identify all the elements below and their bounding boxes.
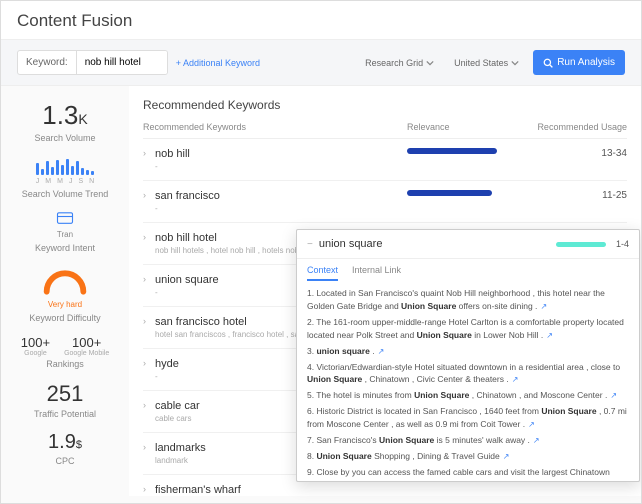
- keyword-usage: 11-25: [517, 190, 627, 201]
- spark-bar: [71, 166, 74, 175]
- keyword-input[interactable]: [77, 51, 167, 74]
- context-item: 6. Historic District is located in San F…: [307, 405, 629, 431]
- spark-bar: [51, 167, 54, 175]
- rankings-label: Rankings: [9, 359, 121, 369]
- chevron-right-icon: ›: [143, 400, 155, 410]
- difficulty-value: Very hard: [9, 300, 121, 309]
- external-link-icon[interactable]: ↗: [610, 391, 617, 400]
- rank-google-value: 100+: [21, 335, 50, 350]
- search-volume-value: 1.3K: [9, 100, 121, 131]
- external-link-icon[interactable]: ↗: [533, 436, 540, 445]
- trend-label: Search Volume Trend: [9, 189, 121, 199]
- trend-months: JMMJSN: [9, 178, 121, 185]
- country-dropdown[interactable]: United States: [448, 54, 525, 72]
- trend-sparkline: [9, 155, 121, 175]
- col-keywords: Recommended Keywords: [143, 122, 407, 132]
- relevance-bar: [407, 148, 497, 154]
- keyword-usage: 13-34: [517, 148, 627, 159]
- context-item: 3. union square .↗: [307, 345, 629, 358]
- keyword-row[interactable]: ›nob hill - 13-34: [143, 139, 627, 181]
- keyword-name: nob hill: [155, 148, 407, 160]
- difficulty-label: Keyword Difficulty: [9, 313, 121, 323]
- popup-usage: 1-4: [616, 239, 629, 249]
- intent-label: Keyword Intent: [9, 243, 121, 253]
- popup-relevance-bar: [556, 242, 606, 247]
- research-grid-label: Research Grid: [365, 58, 423, 68]
- add-keyword-link[interactable]: + Additional Keyword: [176, 58, 260, 68]
- popup-title: union square: [319, 238, 556, 250]
- spark-bar: [81, 168, 84, 175]
- traffic-label: Traffic Potential: [9, 409, 121, 419]
- section-title: Recommended Keywords: [143, 98, 627, 112]
- cpc-value: 1.9$: [9, 431, 121, 454]
- rank-mobile-label: Google Mobile: [64, 350, 109, 357]
- page-title: Content Fusion: [17, 11, 625, 31]
- popup-body: 1. Located in San Francisco's quaint Nob…: [297, 281, 639, 481]
- tab-internal-link[interactable]: Internal Link: [352, 265, 401, 281]
- spark-bar: [86, 170, 89, 175]
- rank-google-label: Google: [21, 350, 50, 357]
- chevron-right-icon: ›: [143, 484, 155, 494]
- context-item: 7. San Francisco's Union Square is 5 min…: [307, 434, 629, 447]
- context-item: 2. The 161-room upper-middle-range Hotel…: [307, 316, 629, 342]
- traffic-value: 251: [9, 381, 121, 407]
- chevron-right-icon: ›: [143, 274, 155, 284]
- run-analysis-button[interactable]: Run Analysis: [533, 50, 625, 75]
- research-grid-dropdown[interactable]: Research Grid: [359, 54, 440, 72]
- keyword-row[interactable]: ›san francisco - 11-25: [143, 181, 627, 223]
- relevance-bar: [407, 190, 492, 196]
- table-header: Recommended Keywords Relevance Recommend…: [143, 122, 627, 139]
- spark-bar: [76, 161, 79, 175]
- rankings: 100+ Google 100+ Google Mobile: [9, 335, 121, 357]
- search-volume-label: Search Volume: [9, 133, 121, 143]
- keyword-variants: -: [155, 162, 407, 171]
- col-usage: Recommended Usage: [517, 122, 627, 132]
- chevron-right-icon: ›: [143, 148, 155, 158]
- context-item: 4. Victorian/Edwardian-style Hotel situa…: [307, 361, 629, 387]
- rank-mobile-value: 100+: [64, 335, 109, 350]
- context-item: 9. Close by you can access the famed cab…: [307, 466, 629, 481]
- keyword-label: Keyword:: [18, 51, 77, 74]
- keyword-name: san francisco: [155, 190, 407, 202]
- intent-icon: [56, 211, 74, 225]
- difficulty-gauge-icon: [40, 265, 90, 295]
- keyword-name: fisherman's wharf: [155, 484, 407, 496]
- collapse-icon[interactable]: −: [307, 239, 313, 250]
- external-link-icon[interactable]: ↗: [378, 347, 385, 356]
- sidebar: 1.3K Search Volume JMMJSN Search Volume …: [1, 86, 129, 496]
- search-icon: [543, 58, 553, 68]
- cpc-label: CPC: [9, 456, 121, 466]
- col-relevance: Relevance: [407, 122, 517, 132]
- spark-bar: [66, 159, 69, 175]
- keyword-variants: -: [155, 204, 407, 213]
- country-label: United States: [454, 58, 508, 68]
- context-item: 1. Located in San Francisco's quaint Nob…: [307, 287, 629, 313]
- external-link-icon[interactable]: ↗: [528, 420, 535, 429]
- intent-value: Tran: [9, 230, 121, 239]
- context-item: 8. Union Square Shopping , Dining & Trav…: [307, 450, 629, 463]
- external-link-icon[interactable]: ↗: [540, 302, 547, 311]
- chevron-down-icon: [511, 59, 519, 67]
- chevron-right-icon: ›: [143, 190, 155, 200]
- toolbar: Keyword: + Additional Keyword Research G…: [1, 40, 641, 86]
- chevron-right-icon: ›: [143, 232, 155, 242]
- external-link-icon[interactable]: ↗: [546, 331, 553, 340]
- keyword-detail-popup: − union square 1-4 Context Internal Link…: [296, 229, 640, 482]
- spark-bar: [41, 169, 44, 175]
- chevron-right-icon: ›: [143, 442, 155, 452]
- chevron-right-icon: ›: [143, 358, 155, 368]
- chevron-down-icon: [426, 59, 434, 67]
- run-analysis-label: Run Analysis: [557, 57, 615, 68]
- external-link-icon[interactable]: ↗: [512, 375, 519, 384]
- chevron-right-icon: ›: [143, 316, 155, 326]
- context-item: 5. The hotel is minutes from Union Squar…: [307, 389, 629, 402]
- external-link-icon[interactable]: ↗: [503, 452, 510, 461]
- keyword-group: Keyword:: [17, 50, 168, 75]
- spark-bar: [46, 161, 49, 175]
- spark-bar: [61, 165, 64, 175]
- spark-bar: [56, 160, 59, 175]
- spark-bar: [36, 163, 39, 175]
- spark-bar: [91, 171, 94, 175]
- tab-context[interactable]: Context: [307, 265, 338, 281]
